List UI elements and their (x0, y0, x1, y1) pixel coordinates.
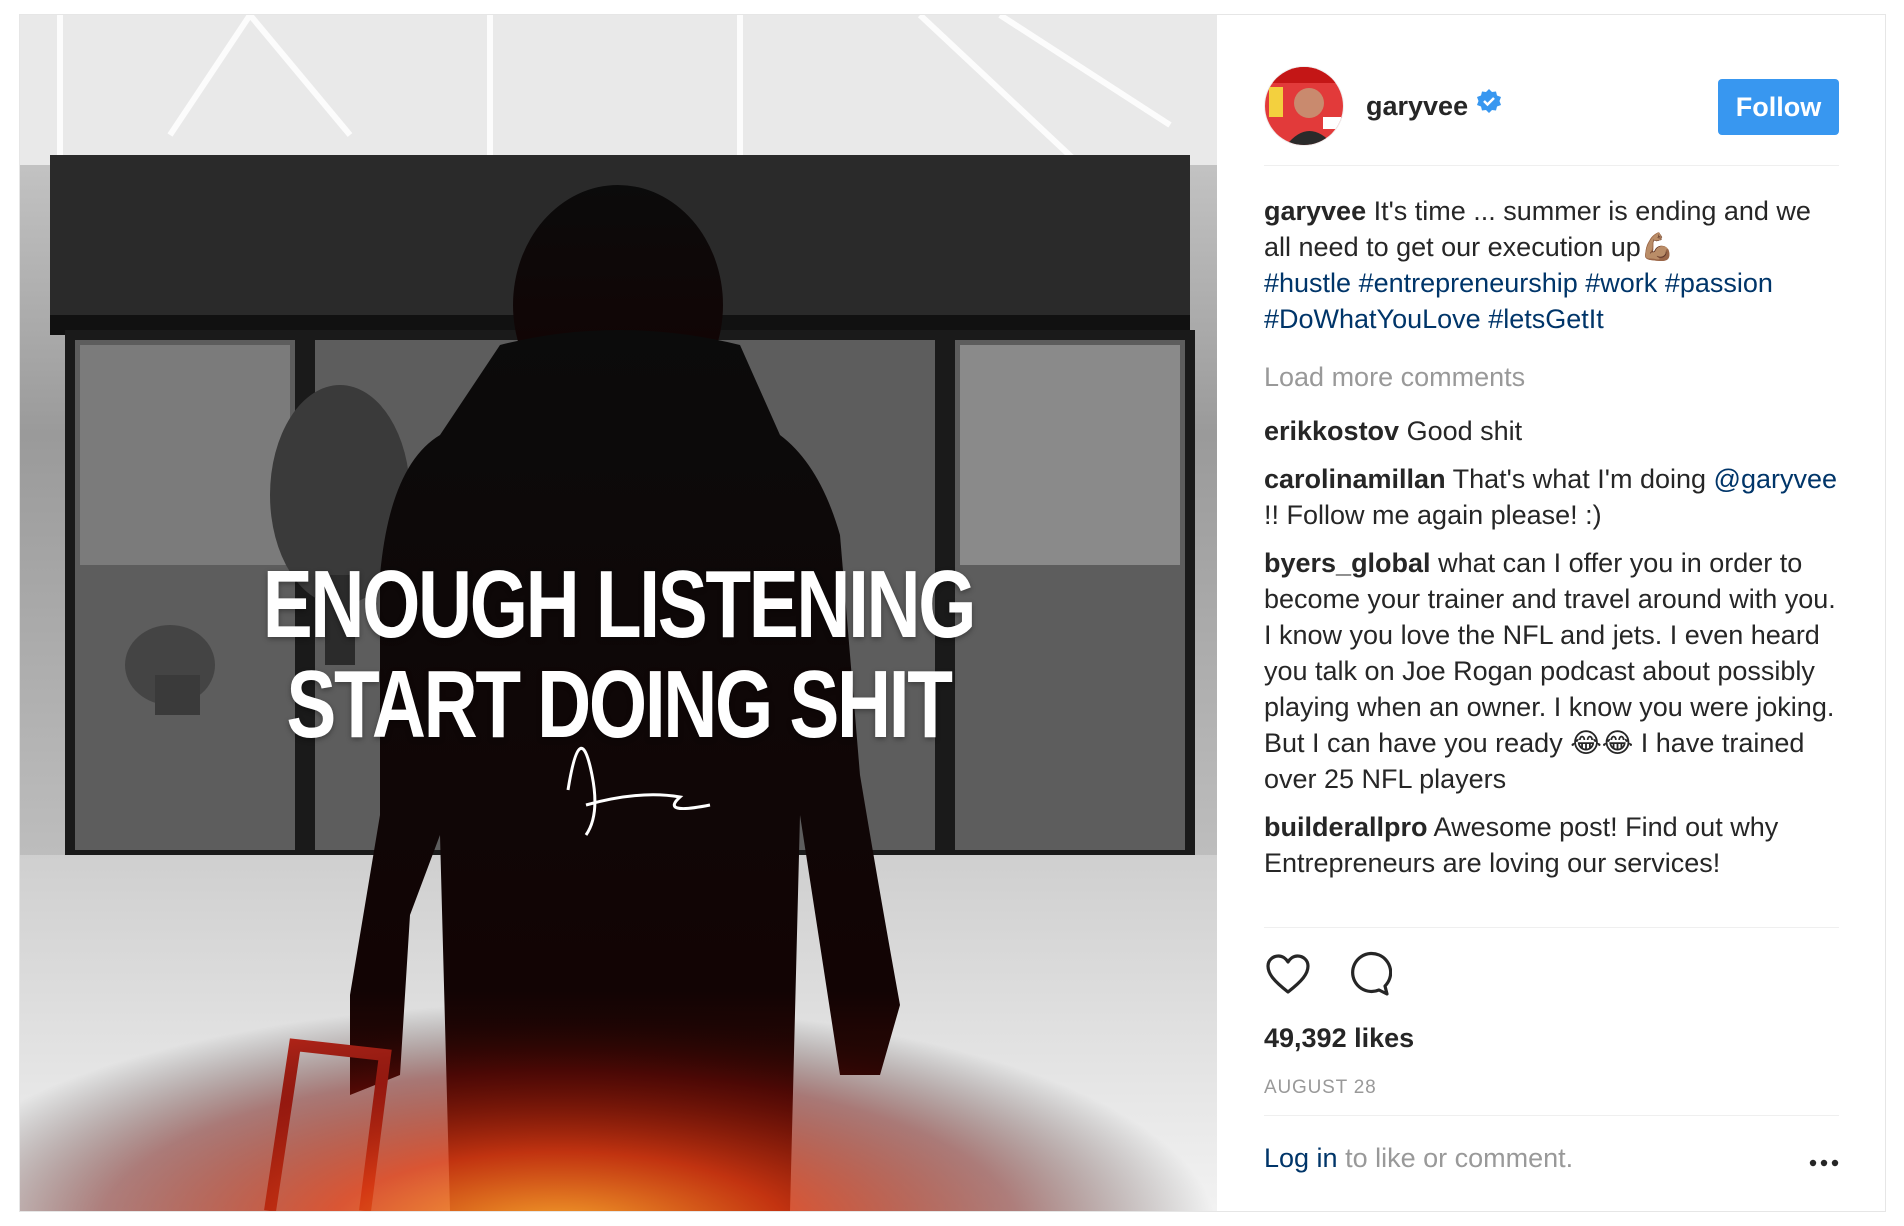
heart-icon[interactable] (1264, 950, 1312, 998)
caption-username[interactable]: garyvee (1264, 196, 1366, 226)
hashtag-link[interactable]: #entrepreneurship (1359, 268, 1578, 298)
comment-text: Good shit (1406, 416, 1523, 446)
headline-line-1: ENOUGH LISTENING (262, 551, 977, 658)
hashtag-link[interactable]: #passion (1665, 268, 1773, 298)
comment-username[interactable]: builderallpro (1264, 812, 1428, 842)
instagram-post: ENOUGH LISTENING START DOING SHIT garyve… (19, 14, 1886, 1212)
headline-overlay: ENOUGH LISTENING START DOING SHIT (152, 555, 1086, 755)
comment-username[interactable]: carolinamillan (1264, 464, 1446, 494)
hashtag-link[interactable]: #DoWhatYouLove (1264, 304, 1481, 334)
mention-link[interactable]: @garyvee (1714, 464, 1837, 494)
login-prompt-text: to like or comment. (1345, 1143, 1574, 1173)
comment-item: byers_global what can I offer you in ord… (1264, 545, 1839, 797)
comments-divider (1264, 927, 1839, 928)
post-image[interactable]: ENOUGH LISTENING START DOING SHIT (20, 15, 1217, 1211)
comment-item: erikkostov Good shit (1264, 413, 1839, 449)
comment-text: what can I offer you in order to become … (1264, 548, 1836, 794)
avatar[interactable] (1264, 66, 1344, 146)
comment-item: builderallpro Awesome post! Find out why… (1264, 809, 1839, 881)
follow-button[interactable]: Follow (1718, 79, 1839, 135)
footer-divider (1264, 1115, 1839, 1116)
login-prompt: Log in to like or comment. (1264, 1143, 1573, 1174)
post-header: garyvee Follow (1264, 53, 1839, 148)
post-date[interactable]: AUGUST 28 (1264, 1077, 1376, 1099)
login-link[interactable]: Log in (1264, 1143, 1338, 1173)
comment-text: That's what I'm doing (1452, 464, 1707, 494)
hashtag-link[interactable]: #hustle (1264, 268, 1351, 298)
load-more-comments-link[interactable]: Load more comments (1264, 359, 1839, 395)
comment-username[interactable]: erikkostov (1264, 416, 1399, 446)
headline-line-2: START DOING SHIT (286, 651, 953, 758)
comment-text: !! Follow me again please! :) (1264, 500, 1602, 530)
comments-section: garyvee It's time ... summer is ending a… (1264, 193, 1839, 893)
action-bar (1264, 950, 1839, 1000)
comment-username[interactable]: byers_global (1264, 548, 1431, 578)
comment-bubble-icon[interactable] (1344, 950, 1393, 998)
username-header: garyvee (1366, 88, 1502, 122)
caption: garyvee It's time ... summer is ending a… (1264, 193, 1839, 337)
verified-badge-icon (1476, 88, 1502, 121)
post-details-panel: garyvee Follow garyvee It's time ... sum… (1218, 15, 1885, 1211)
avatar-image (1265, 67, 1343, 145)
username-link[interactable]: garyvee (1366, 91, 1468, 121)
comment-item: carolinamillan That's what I'm doing @ga… (1264, 461, 1839, 533)
likes-count[interactable]: 49,392 likes (1264, 1023, 1414, 1054)
hashtag-link[interactable]: #work (1585, 268, 1657, 298)
hashtag-link[interactable]: #letsGetIt (1488, 304, 1604, 334)
header-divider (1264, 165, 1839, 166)
more-options-icon[interactable] (1809, 1155, 1839, 1167)
